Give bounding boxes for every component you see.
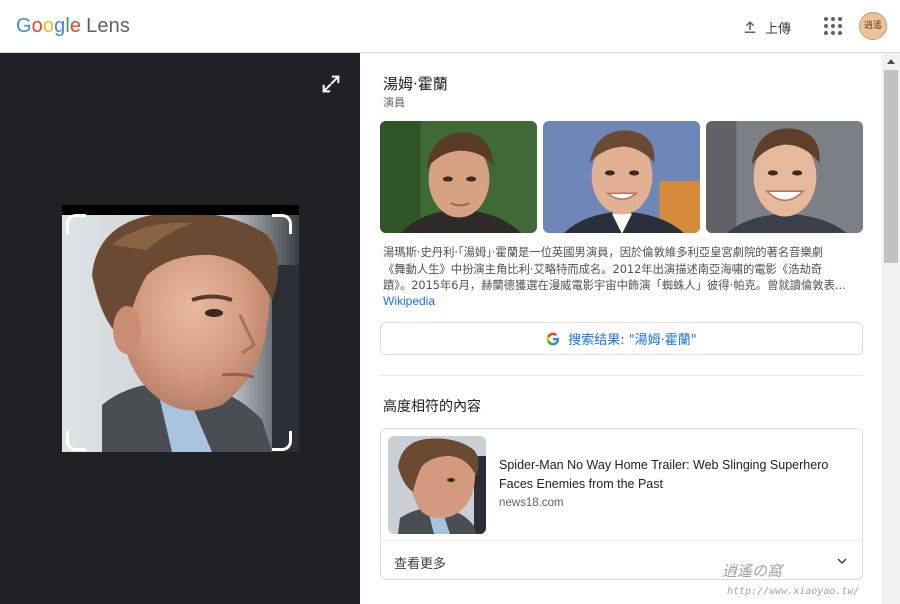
section-divider — [380, 375, 863, 376]
watermark-url: http://www.xiaoyao.tw/ — [727, 586, 860, 597]
chevron-down-icon — [837, 558, 847, 565]
results-pane: 湯姆·霍蘭 演員 湯瑪斯·史丹利·「湯姆」·霍蘭是一位英國男演員，因於倫敦維多利… — [360, 53, 900, 604]
account-avatar[interactable]: 逍遙 — [859, 12, 887, 40]
description-line: 《舞動人生》中扮演主角比利·艾略特而成名。2012年出演描述南亞海嘯的電影《浩劫… — [383, 262, 823, 276]
upload-button[interactable]: 上傳 — [735, 12, 797, 42]
results-scrollbar[interactable] — [882, 53, 900, 604]
match-result-item[interactable]: Spider-Man No Way Home Trailer: Web Slin… — [381, 429, 862, 541]
knowledge-panel-subtitle: 演員 — [383, 96, 405, 109]
visual-matches-card: Spider-Man No Way Home Trailer: Web Slin… — [380, 428, 863, 580]
see-more-label: 查看更多 — [394, 557, 447, 572]
google-g-icon — [546, 332, 560, 345]
see-more-button[interactable]: 查看更多 — [381, 541, 862, 579]
watermark-text: 逍遙の窩 — [722, 562, 783, 580]
top-bar: Google Lens 上傳 逍遙 — [0, 0, 900, 53]
wikipedia-source-link[interactable]: Wikipedia — [383, 294, 435, 308]
description-line: 湯瑪斯·史丹利·「湯姆」·霍蘭是一位英國男演員，因於倫敦維多利亞皇宮劇院的著名音… — [383, 246, 824, 259]
upload-label: 上傳 — [765, 21, 792, 37]
knowledge-panel-description: 湯瑪斯·史丹利·「湯姆」·霍蘭是一位英國男演員，因於倫敦維多利亞皇宮劇院的著名音… — [383, 245, 861, 295]
knowledge-panel-image-2[interactable] — [543, 121, 700, 233]
image-letterbox-bar — [62, 205, 299, 215]
avatar-text: 逍遙 — [863, 20, 882, 31]
logo-google-wordmark: Google — [16, 15, 82, 37]
search-results-label: 搜索结果: "湯姆·霍蘭" — [568, 333, 697, 348]
crop-handle-top-left[interactable] — [66, 214, 86, 234]
upload-icon — [744, 21, 756, 33]
scrollbar-thumb[interactable] — [884, 70, 898, 263]
match-thumbnail — [388, 436, 486, 534]
description-line: 蹟》。2015年6月，赫蘭德獲選在漫威電影宇宙中飾演「蜘蛛人」彼得·帕克。曾就讀… — [383, 279, 846, 292]
search-results-button[interactable]: 搜索结果: "湯姆·霍蘭" — [380, 322, 863, 355]
crop-handle-bottom-left[interactable] — [66, 431, 86, 451]
google-lens-logo[interactable]: Google Lens — [16, 15, 130, 38]
crop-handle-bottom-right[interactable] — [272, 431, 292, 451]
knowledge-panel-image-1[interactable] — [380, 121, 537, 233]
visual-matches-title: 高度相符的內容 — [383, 399, 481, 415]
knowledge-panel-image-3[interactable] — [706, 121, 863, 233]
knowledge-panel-title[interactable]: 湯姆·霍蘭 — [383, 73, 448, 94]
crop-handle-top-right[interactable] — [272, 214, 292, 234]
knowledge-panel-images — [380, 121, 863, 233]
scroll-up-arrow-icon[interactable] — [887, 59, 895, 64]
match-domain: news18.com — [499, 497, 564, 509]
query-image[interactable] — [62, 205, 299, 452]
expand-icon[interactable] — [320, 73, 342, 95]
logo-lens-text: Lens — [86, 15, 130, 37]
apps-grid-icon[interactable] — [821, 14, 845, 38]
image-viewer-pane — [0, 53, 360, 604]
match-title: Spider-Man No Way Home Trailer: Web Slin… — [499, 458, 829, 491]
